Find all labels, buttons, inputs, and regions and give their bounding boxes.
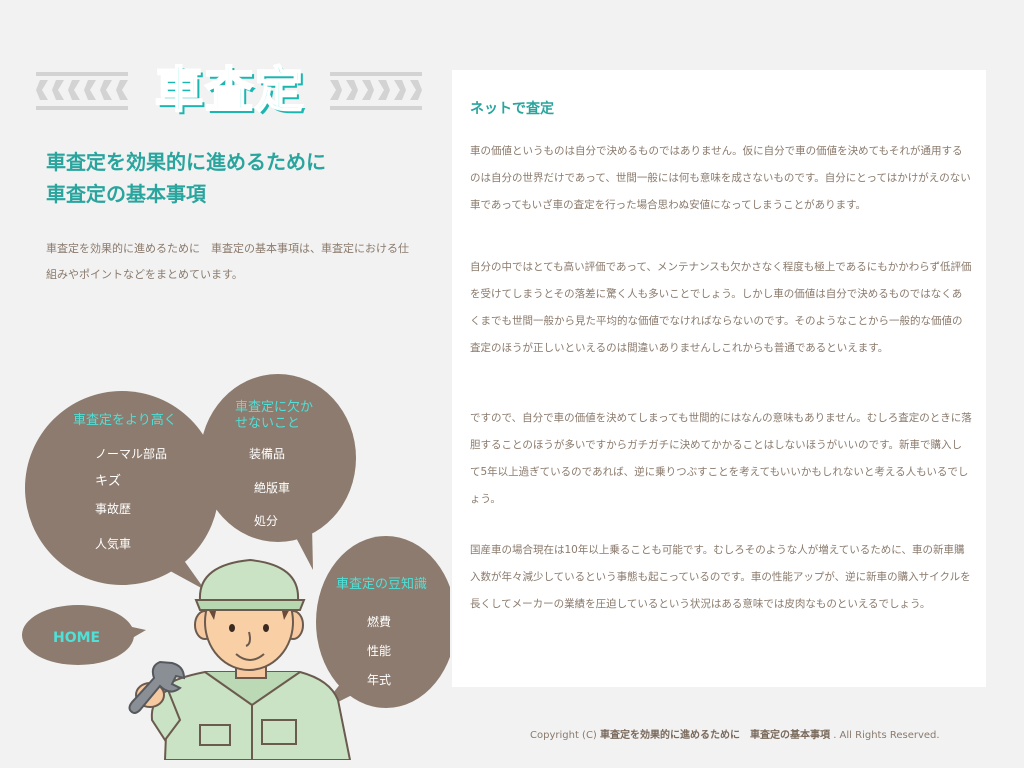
- paragraph: ですので、自分で車の価値を決めてしまっても世間的にはなんの意味もありません。むし…: [470, 412, 972, 505]
- site-description: 車査定を効果的に進めるために 車査定の基本事項は、車査定における仕組みやポイント…: [46, 242, 409, 281]
- site-title: 車査定を効果的に進めるために 車査定の基本事項: [46, 146, 426, 210]
- nav-item-disposal[interactable]: 処分: [254, 512, 278, 529]
- copyright-site-name[interactable]: 車査定を効果的に進めるために 車査定の基本事項: [600, 730, 830, 741]
- nav-item-normal-parts[interactable]: ノーマル部品: [95, 445, 167, 462]
- nav-item-discontinued-cars[interactable]: 絶版車: [254, 479, 290, 496]
- paragraph: 自分の中ではとても高い評価であって、メンテナンスも欠かさなく程度も極上であるにも…: [470, 261, 972, 354]
- site-title-line2: 車査定の基本事項: [46, 182, 206, 206]
- main-content-panel: ネットで査定 車の価値というものは自分で決めるものではありません。仮に自分で車の…: [452, 70, 986, 687]
- paragraph: 国産車の場合現在は10年以上乗ることも可能です。むしろそのような人が増えているた…: [470, 544, 971, 610]
- nav-item-accident-history[interactable]: 事故歴: [95, 500, 131, 517]
- mechanic-illustration: [128, 558, 352, 760]
- nav-title-essentials-line2: せないこと: [235, 416, 301, 431]
- site-logo[interactable]: 車査定: [36, 60, 422, 122]
- site-title-line1: 車査定を効果的に進めるために: [46, 150, 326, 174]
- section-title: ネットで査定: [470, 101, 554, 117]
- navigation-illustration: [22, 374, 450, 760]
- tire-tread-icon: [36, 72, 128, 110]
- nav-title-higher-price: 車査定をより高く: [73, 413, 177, 428]
- nav-title-essentials: 車査定に欠か せないこと: [235, 400, 313, 432]
- nav-item-fuel-economy[interactable]: 燃費: [367, 613, 391, 630]
- tire-tread-icon: [330, 72, 422, 110]
- home-link[interactable]: HOME: [53, 630, 100, 646]
- nav-item-model-year[interactable]: 年式: [367, 671, 391, 688]
- copyright-suffix: . All Rights Reserved.: [833, 730, 940, 741]
- paragraph: 車の価値というものは自分で決めるものではありません。仮に自分で車の価値を決めても…: [470, 145, 971, 211]
- footer-copyright: Copyright (C) 車査定を効果的に進めるために 車査定の基本事項 . …: [530, 726, 990, 741]
- nav-item-popular-cars[interactable]: 人気車: [95, 535, 131, 552]
- logo-text: 車査定: [154, 61, 305, 119]
- nav-item-performance[interactable]: 性能: [367, 642, 391, 659]
- nav-item-scratches[interactable]: キズ: [95, 470, 121, 489]
- nav-title-essentials-line1: 車査定に欠か: [235, 400, 314, 415]
- nav-title-trivia: 車査定の豆知識: [336, 577, 428, 592]
- copyright-prefix: Copyright (C): [530, 730, 601, 741]
- nav-item-equipment[interactable]: 装備品: [249, 445, 285, 462]
